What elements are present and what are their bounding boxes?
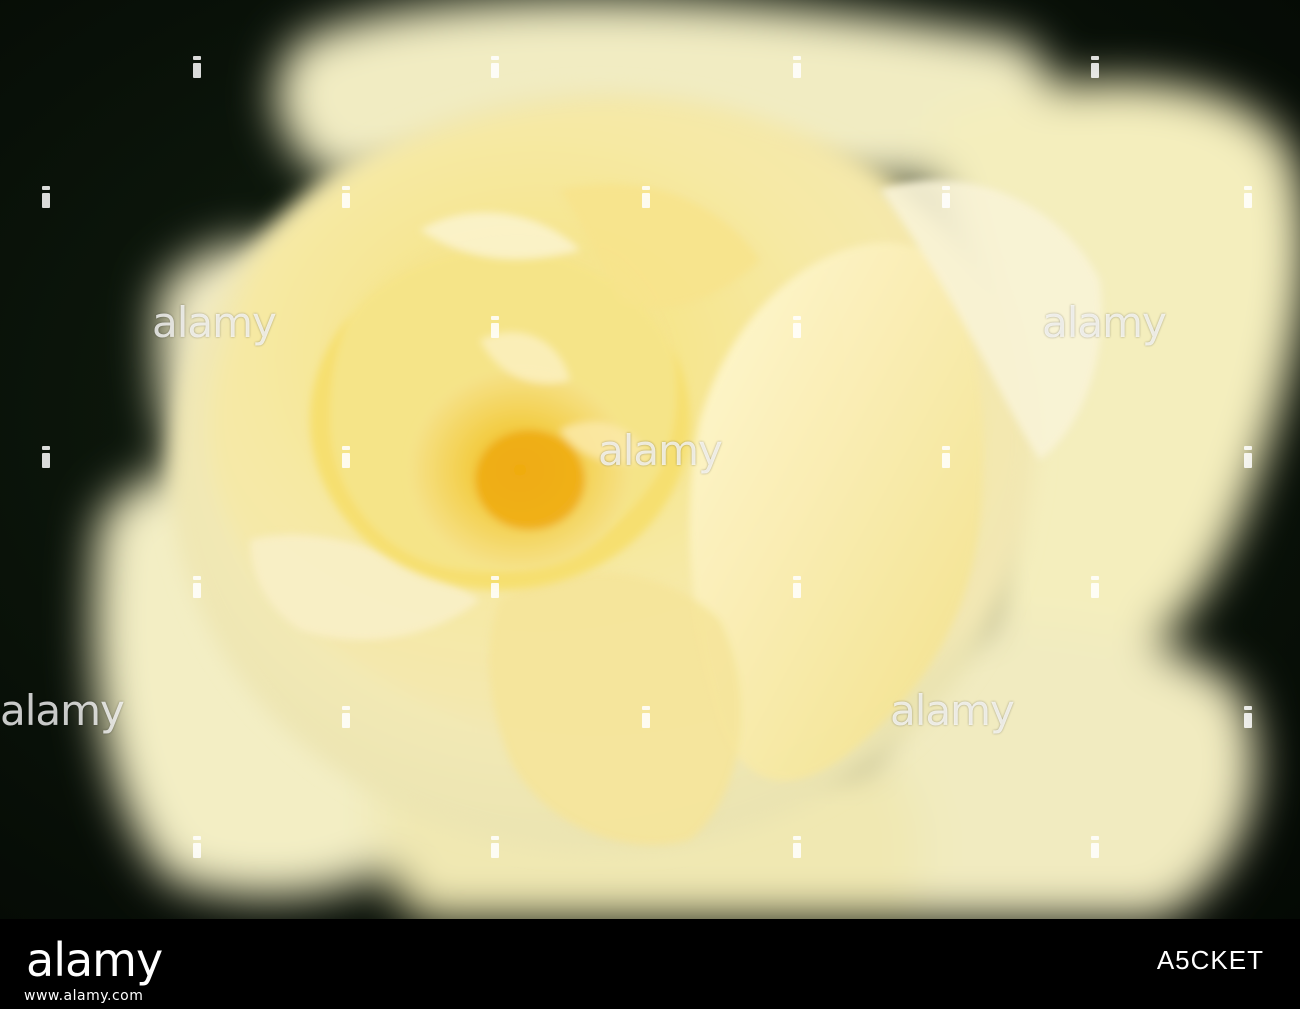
image-id-label: A5CKET [1156, 945, 1264, 975]
rose-photo [0, 0, 1300, 919]
stock-photo-page: alamy alamy alamy alamy alamy alamy www.… [0, 0, 1300, 1009]
rose-illustration [93, 0, 1300, 919]
alamy-logo: alamy [26, 933, 163, 987]
footer-bar: alamy www.alamy.com A5CKET [0, 919, 1300, 1009]
footer-url: www.alamy.com [24, 988, 144, 1004]
